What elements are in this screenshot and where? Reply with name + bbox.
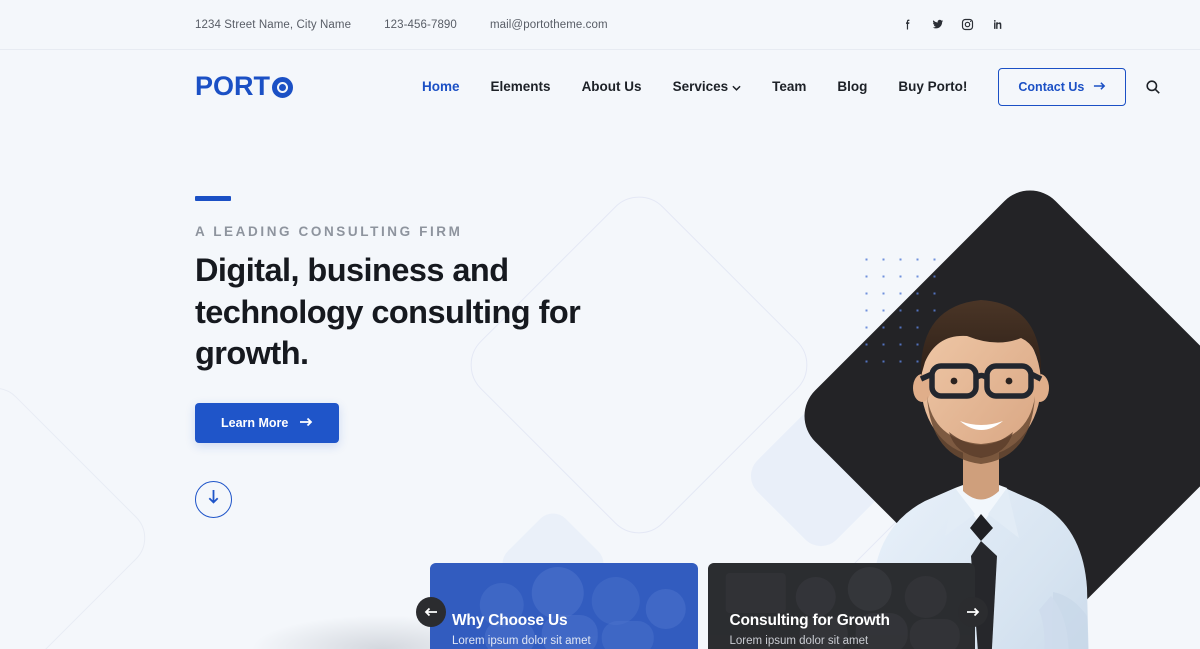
carousel-next-button[interactable] <box>958 597 988 627</box>
top-bar: 1234 Street Name, City Name 123-456-7890… <box>0 0 1200 50</box>
nav-label: Blog <box>837 79 868 94</box>
arrow-down-icon <box>207 489 220 509</box>
card-title: Consulting for Growth <box>729 612 890 629</box>
hero-copy: A LEADING CONSULTING FIRM Digital, busin… <box>195 196 815 518</box>
search-icon[interactable] <box>1143 77 1163 97</box>
nav-item-elements[interactable]: Elements <box>491 79 551 94</box>
nav-item-about-us[interactable]: About Us <box>582 79 642 94</box>
nav-label: Home <box>422 79 460 94</box>
learn-more-label: Learn More <box>221 415 289 430</box>
main-nav: Home Elements About Us Services Team Blo… <box>422 79 998 94</box>
hero-eyebrow: A LEADING CONSULTING FIRM <box>195 224 463 239</box>
page-title: Digital, business and technology consult… <box>195 252 581 372</box>
nav-label: About Us <box>581 79 642 94</box>
hero-section: A LEADING CONSULTING FIRM Digital, busin… <box>0 123 1200 649</box>
arrow-right-icon <box>1093 80 1106 94</box>
site-header: PORT Home Elements About Us Services Tea… <box>0 50 1200 123</box>
accent-bar <box>195 196 231 201</box>
twitter-icon[interactable] <box>930 17 945 32</box>
arrow-left-icon <box>424 605 438 620</box>
card-subtitle: Lorem ipsum dolor sit amet <box>452 635 591 647</box>
topbar-contact-info: 1234 Street Name, City Name 123-456-7890… <box>195 19 641 31</box>
instagram-icon[interactable] <box>960 17 975 32</box>
card-subtitle: Lorem ipsum dolor sit amet <box>729 635 869 647</box>
topbar-email[interactable]: mail@portotheme.com <box>490 19 608 31</box>
topbar-address: 1234 Street Name, City Name <box>195 18 352 31</box>
nav-label: Elements <box>490 79 551 94</box>
header-actions: Contact Us <box>998 67 1163 106</box>
logo[interactable]: PORT <box>195 71 294 102</box>
scroll-down-button[interactable] <box>195 480 232 518</box>
topbar-phone[interactable]: 123-456-7890 <box>384 19 457 31</box>
logo-o-icon <box>272 77 294 98</box>
carousel-cards: Why Choose Us Lorem ipsum dolor sit amet <box>430 563 975 649</box>
social-links <box>900 17 1005 32</box>
nav-item-team[interactable]: Team <box>772 79 806 94</box>
decorative-diamond-corner <box>0 375 158 649</box>
nav-label: Services <box>672 79 729 94</box>
nav-item-home[interactable]: Home <box>422 79 460 94</box>
learn-more-button[interactable]: Learn More <box>195 402 340 443</box>
nav-label: Team <box>772 79 807 94</box>
chevron-down-icon <box>732 83 741 93</box>
carousel-card-why-choose-us[interactable]: Why Choose Us Lorem ipsum dolor sit amet <box>430 563 698 649</box>
contact-us-label: Contact Us <box>1018 79 1085 94</box>
carousel-card-consulting-for-growth[interactable]: Consulting for Growth Lorem ipsum dolor … <box>707 563 975 649</box>
facebook-icon[interactable] <box>900 17 915 32</box>
nav-item-services[interactable]: Services <box>673 79 742 94</box>
contact-us-button[interactable]: Contact Us <box>998 67 1127 106</box>
nav-item-blog[interactable]: Blog <box>837 79 867 94</box>
carousel-prev-button[interactable] <box>416 597 446 627</box>
card-title: Why Choose Us <box>452 612 568 629</box>
arrow-right-icon <box>966 605 980 620</box>
nav-label: Buy Porto! <box>898 79 968 94</box>
page-root: 1234 Street Name, City Name 123-456-7890… <box>0 0 1200 649</box>
logo-text: PORT <box>195 71 271 101</box>
linkedin-icon[interactable] <box>990 17 1005 32</box>
nav-item-buy-porto[interactable]: Buy Porto! <box>898 79 967 94</box>
arrow-right-icon <box>299 416 313 430</box>
